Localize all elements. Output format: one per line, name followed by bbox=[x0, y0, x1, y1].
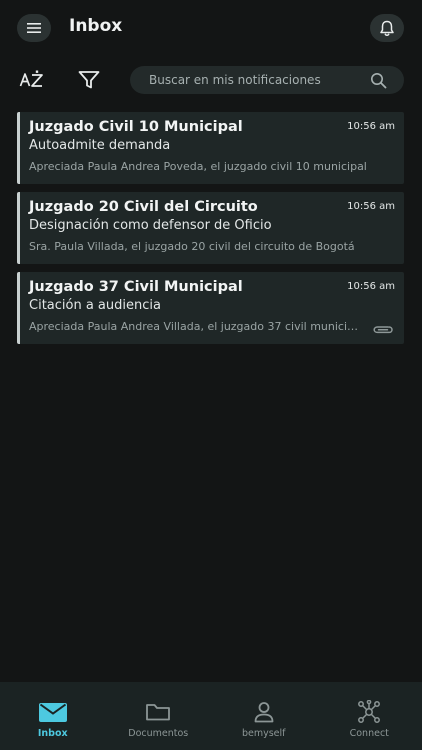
notification-preview: Apreciada Paula Andrea Poveda, el juzgad… bbox=[29, 160, 367, 173]
notification-subject: Designación como defensor de Oficio bbox=[29, 218, 272, 233]
nav-label: Connect bbox=[349, 728, 389, 739]
notification-time: 10:56 am bbox=[347, 121, 395, 132]
menu-button[interactable] bbox=[17, 14, 51, 42]
nav-item-documentos[interactable]: Documentos bbox=[106, 682, 212, 750]
nav-label: Inbox bbox=[37, 728, 68, 739]
notification-card[interactable]: Juzgado Civil 10 Municipal 10:56 am Auto… bbox=[17, 112, 404, 184]
nav-item-inbox[interactable]: Inbox bbox=[0, 682, 106, 750]
paperclip-icon bbox=[373, 326, 393, 334]
notification-subject: Citación a audiencia bbox=[29, 298, 161, 313]
toolbar bbox=[0, 64, 422, 96]
notification-time: 10:56 am bbox=[347, 281, 395, 292]
notification-list: Juzgado Civil 10 Municipal 10:56 am Auto… bbox=[17, 112, 404, 352]
notification-card[interactable]: Juzgado 20 Civil del Circuito 10:56 am D… bbox=[17, 192, 404, 264]
filter-button[interactable] bbox=[76, 68, 102, 92]
nav-item-connect[interactable]: Connect bbox=[317, 682, 422, 750]
search-icon[interactable] bbox=[370, 72, 387, 89]
page-title: Inbox bbox=[69, 16, 123, 36]
network-icon bbox=[358, 700, 381, 723]
menu-icon bbox=[27, 23, 41, 33]
mail-icon bbox=[38, 703, 67, 722]
notification-subject: Autoadmite demanda bbox=[29, 138, 171, 153]
sort-az-icon bbox=[19, 70, 43, 87]
folder-icon bbox=[146, 704, 171, 721]
notifications-button[interactable] bbox=[370, 14, 404, 42]
notification-card[interactable]: Juzgado 37 Civil Municipal 10:56 am Cita… bbox=[17, 272, 404, 344]
nav-item-bemyself[interactable]: bemyself bbox=[211, 682, 317, 750]
sort-az-button[interactable] bbox=[19, 68, 45, 92]
nav-label: Documentos bbox=[128, 728, 189, 739]
notification-preview: Sra. Paula Villada, el juzgado 20 civil … bbox=[29, 240, 355, 253]
search-input[interactable] bbox=[130, 66, 379, 94]
search-bar bbox=[130, 66, 404, 94]
app-header: Inbox bbox=[0, 0, 422, 58]
bottom-navigation: Inbox Documentos bemyself Connect bbox=[0, 682, 422, 750]
nav-label: bemyself bbox=[241, 728, 286, 739]
notification-preview: Apreciada Paula Andrea Villada, el juzga… bbox=[29, 320, 361, 333]
filter-icon bbox=[78, 71, 100, 89]
notification-time: 10:56 am bbox=[347, 201, 395, 212]
person-icon bbox=[254, 702, 274, 723]
bell-icon bbox=[380, 20, 394, 36]
